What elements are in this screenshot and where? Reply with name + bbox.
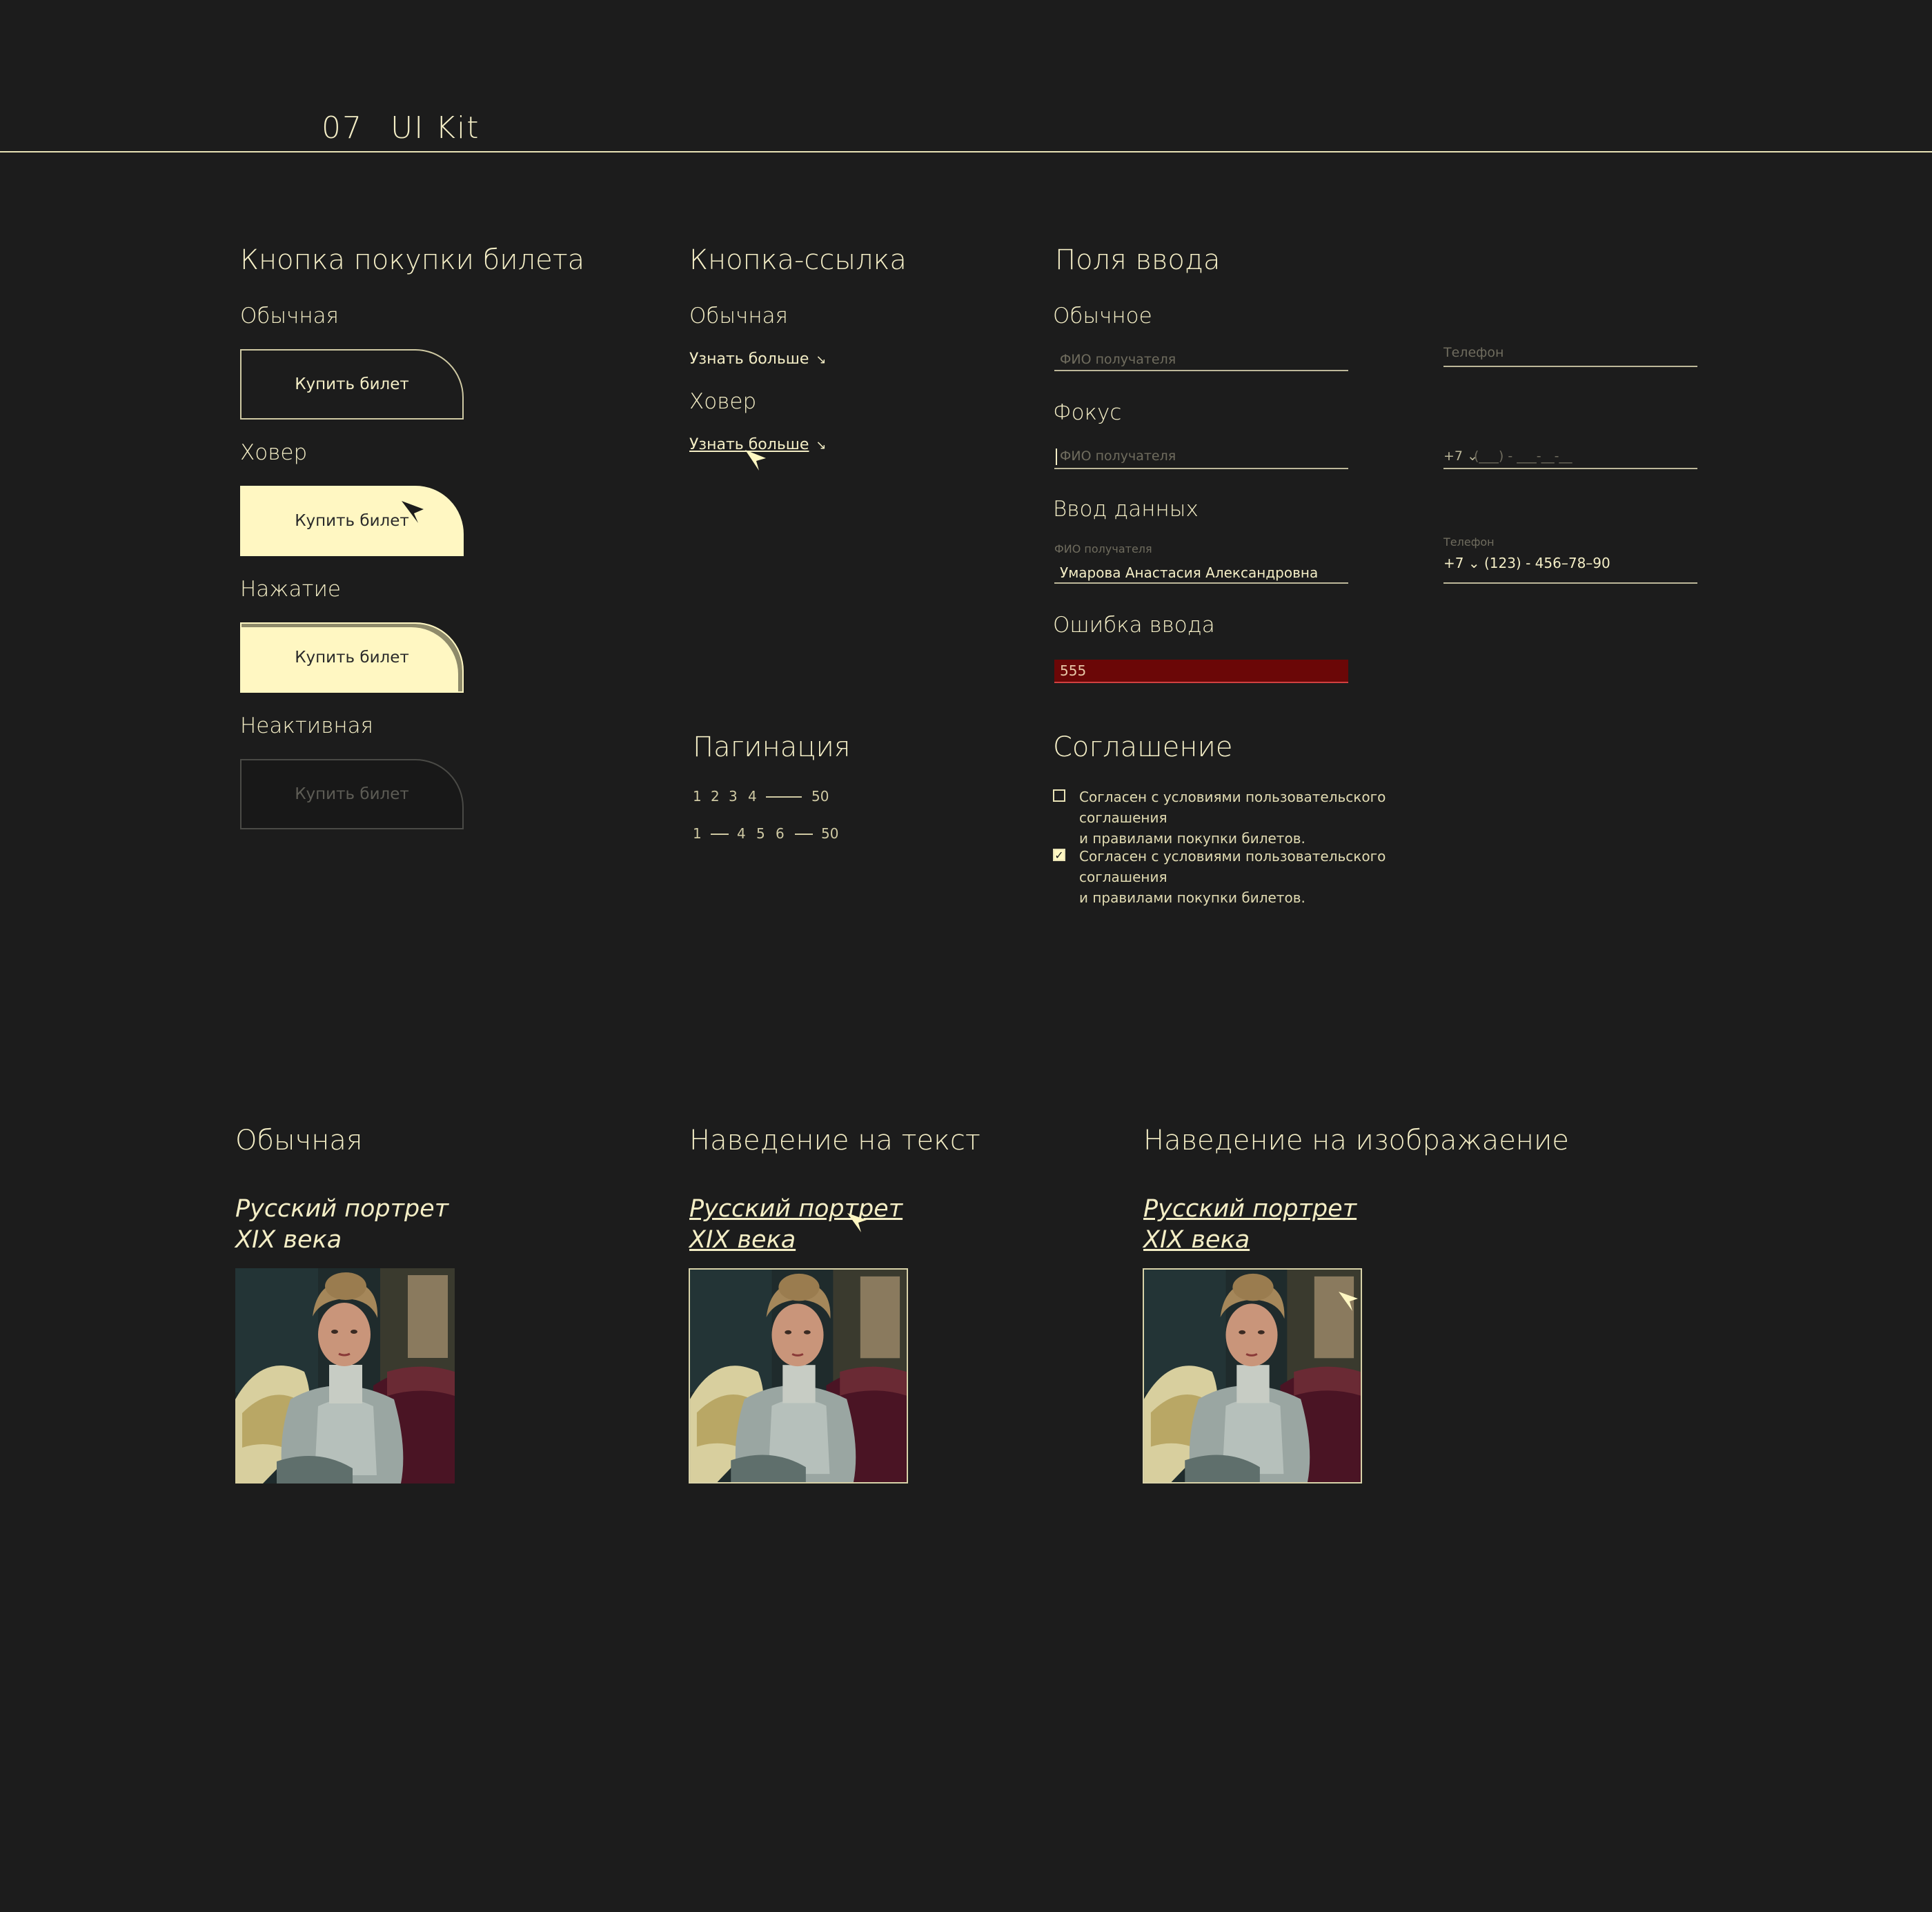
input-state-label-filled: Ввод данных [1053,497,1199,522]
page-number-active[interactable]: 4 [737,825,746,842]
input-state-label-focus: Фокус [1053,400,1122,425]
cursor-icon [402,501,424,523]
input-underline [1054,468,1348,469]
text-caret [1056,449,1057,465]
page-number[interactable]: 50 [821,825,838,842]
input-state-label-normal: Обычное [1053,304,1152,328]
ticket-button-section-title: Кнопка покупки билета [240,244,585,276]
link-state-label-normal: Обычная [689,304,789,328]
card-title-line: Русский портрет [689,1195,903,1223]
state-label-normal: Обычная [240,304,339,328]
button-label: Купить билет [295,649,409,667]
page-number[interactable]: 2 [711,788,720,805]
input-underline [1443,366,1697,367]
name-input-normal[interactable]: ФИО получателя [1054,349,1348,373]
link-label: Узнать больше [689,351,809,368]
link-state-label-hover: Ховер [689,389,757,414]
name-input-focus[interactable]: ФИО получателя [1054,446,1348,469]
buy-ticket-button-disabled: Купить билет [240,759,464,829]
card-title-line: XIX века [235,1226,342,1254]
input-underline [1443,468,1697,469]
page-number[interactable]: 6 [776,825,785,842]
phone-input-focus[interactable]: +7 ⌄ (___) - ___-__-__ [1443,446,1697,469]
arrow-down-right-icon: ↘ [816,438,827,453]
page-number[interactable]: 50 [811,788,829,805]
card-image-hover-title[interactable]: Русский портрет XIX века [1143,1194,1357,1256]
agreement-line: Согласен с условиями пользовательского с… [1079,848,1386,885]
pagination-ellipsis-dash [766,796,802,798]
page-number[interactable]: 3 [729,788,738,805]
page-number[interactable]: 1 [693,788,702,805]
pagination-row-1: 1 2 3 4 50 [693,788,900,806]
input-value: +7 ⌄ (123) - 456–78–90 [1443,555,1610,571]
buy-ticket-button-normal[interactable]: Купить билет [240,349,464,420]
phone-input-filled[interactable]: Телефон +7 ⌄ (123) - 456–78–90 [1443,535,1697,585]
agreement-checkbox-checked[interactable]: ✓ [1053,849,1065,861]
input-placeholder: ФИО получателя [1060,352,1176,367]
portrait-image [690,1270,907,1482]
card-title-line: XIX века [1143,1226,1250,1254]
state-label-disabled: Неактивная [240,713,373,738]
state-label-hover: Ховер [240,440,308,465]
card-state-title-normal: Обычная [235,1125,363,1156]
agreement-line: Согласен с условиями пользовательского с… [1079,789,1386,826]
input-floating-label: Телефон [1443,535,1495,549]
section-number: 07 [322,110,363,146]
input-placeholder: Телефон [1443,345,1504,360]
card-text-hover-image[interactable] [689,1268,908,1484]
portrait-image [235,1268,455,1484]
card-state-title-text-hover: Наведение на текст [689,1125,980,1156]
buy-ticket-button-hover[interactable]: Купить билет [240,486,464,556]
cursor-icon [847,1213,867,1232]
agreement-checkbox-unchecked[interactable] [1053,789,1065,802]
portrait-image [1144,1270,1361,1482]
button-label: Купить билет [295,512,409,530]
inputs-section-title: Поля ввода [1055,244,1221,276]
checkmark-icon: ✓ [1054,849,1064,862]
input-state-label-error: Ошибка ввода [1053,613,1215,638]
phone-input-normal[interactable]: Телефон [1443,345,1697,368]
agreement-text: Согласен с условиями пользовательского с… [1079,787,1466,849]
arrow-down-right-icon: ↘ [816,353,827,367]
input-value: 555 [1060,662,1087,679]
input-value: Умарова Анастасия Александровна [1060,564,1319,581]
header-divider [0,151,1932,152]
link-button-section-title: Кнопка-ссылка [689,244,907,276]
card-title-line: Русский портрет [235,1195,449,1223]
input-underline [1443,582,1697,584]
phone-country-prefix[interactable]: +7 ⌄ [1443,449,1478,464]
card-normal-title[interactable]: Русский портрет XIX века [235,1194,448,1256]
input-underline [1054,370,1348,371]
name-input-filled[interactable]: ФИО получателя Умарова Анастасия Алексан… [1054,542,1348,585]
card-title-line: Русский портрет [1143,1195,1357,1223]
input-error[interactable]: 555 [1054,660,1348,683]
pagination-ellipsis-dash [711,834,729,835]
phone-mask: (___) - ___-__-__ [1474,449,1573,464]
cursor-icon [745,450,766,471]
agreement-line: и правилами покупки билетов. [1079,889,1305,906]
page-number[interactable]: 5 [756,825,765,842]
input-floating-label: ФИО получателя [1054,542,1152,555]
learn-more-link-normal[interactable]: Узнать больше ↘ [689,351,827,368]
pagination-ellipsis-dash [795,834,813,835]
button-label: Купить билет [295,375,409,393]
page-number-active[interactable]: 4 [748,788,757,805]
card-image-hover-image[interactable] [1143,1268,1362,1484]
buy-ticket-button-pressed[interactable]: Купить билет [240,622,464,693]
state-label-pressed: Нажатие [240,577,341,602]
cursor-icon [1339,1292,1358,1311]
agreement-text: Согласен с условиями пользовательского с… [1079,846,1466,908]
card-normal-image[interactable] [235,1268,455,1484]
card-text-hover-title[interactable]: Русский портрет XIX века [689,1194,903,1256]
pagination-section-title: Пагинация [693,731,851,763]
button-label: Купить билет [295,785,409,803]
pagination-row-2: 1 4 5 6 50 [693,825,914,843]
card-title-line: XIX века [689,1226,796,1254]
page-title: UI Kit [391,110,480,146]
agreement-section-title: Соглашение [1053,731,1233,763]
card-state-title-image-hover: Наведение на изображаение [1143,1125,1569,1156]
input-underline [1054,582,1348,584]
input-placeholder: ФИО получателя [1060,449,1176,464]
page-number[interactable]: 1 [693,825,702,842]
